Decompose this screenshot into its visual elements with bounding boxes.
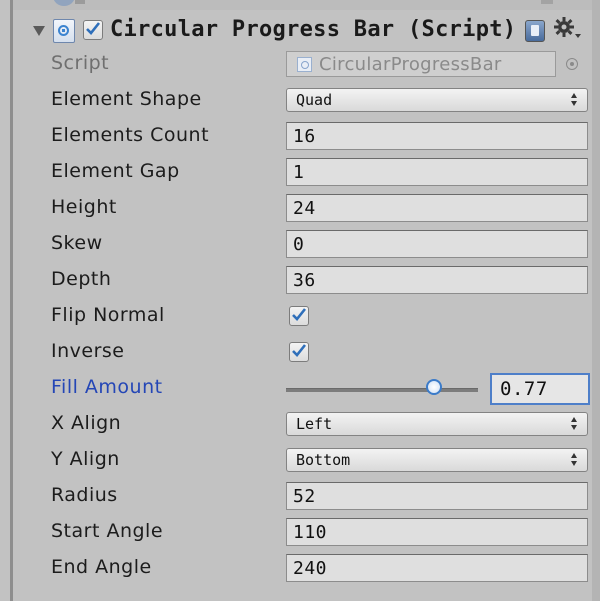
property-label: Fill Amount (51, 376, 163, 398)
end-angle-field[interactable]: 240 (286, 554, 588, 582)
checkmark-icon (292, 344, 307, 357)
property-label: Radius (51, 484, 118, 506)
depth-field[interactable]: 36 (286, 266, 588, 294)
property-height: Height 24 (0, 191, 592, 227)
property-label: Start Angle (51, 520, 164, 542)
x-align-dropdown[interactable]: Left (286, 412, 588, 436)
property-label: Elements Count (51, 124, 210, 146)
property-y-align: Y Align Bottom (0, 443, 592, 479)
dropdown-arrows-icon (571, 453, 577, 467)
property-flip-normal: Flip Normal (0, 299, 592, 335)
script-object-field[interactable]: CircularProgressBar (286, 51, 556, 77)
component-enabled-checkbox[interactable] (83, 20, 103, 40)
property-label: X Align (51, 412, 122, 434)
property-label: Depth (51, 268, 112, 290)
property-depth: Depth 36 (0, 263, 592, 299)
dropdown-arrows-icon (571, 93, 577, 107)
property-label: Script (51, 52, 110, 74)
property-x-align: X Align Left (0, 407, 592, 443)
component-title: Circular Progress Bar (Script) (110, 17, 517, 42)
previous-component-edge (13, 0, 592, 10)
property-skew: Skew 0 (0, 227, 592, 263)
property-start-angle: Start Angle 110 (0, 515, 592, 551)
property-label: Y Align (51, 448, 120, 470)
property-end-angle: End Angle 240 (0, 551, 592, 587)
height-field[interactable]: 24 (286, 194, 588, 222)
radius-field[interactable]: 52 (286, 482, 588, 510)
y-align-dropdown[interactable]: Bottom (286, 448, 588, 472)
checkmark-icon (292, 308, 307, 321)
inverse-checkbox[interactable] (289, 342, 309, 362)
property-label: Element Shape (51, 88, 202, 110)
help-book-icon[interactable] (525, 20, 545, 42)
elements-count-field[interactable]: 16 (286, 122, 588, 150)
property-label: End Angle (51, 556, 152, 578)
fill-amount-field[interactable]: 0.77 (490, 373, 590, 405)
script-file-icon (297, 57, 312, 72)
script-icon (53, 19, 75, 43)
checkmark-icon (86, 22, 101, 35)
inspector-scrollbar-gutter (592, 0, 600, 601)
property-element-shape: Element Shape Quad (0, 83, 592, 119)
flip-normal-checkbox[interactable] (289, 306, 309, 326)
property-label: Flip Normal (51, 304, 165, 326)
gear-icon[interactable] (553, 16, 583, 44)
start-angle-field[interactable]: 110 (286, 518, 588, 546)
property-elements-count: Elements Count 16 (0, 119, 592, 155)
property-label: Skew (51, 232, 103, 254)
object-picker-icon[interactable] (566, 58, 578, 70)
property-fill-amount: Fill Amount 0.77 (0, 371, 592, 407)
fill-amount-slider-thumb[interactable] (425, 379, 442, 395)
fill-amount-slider-track[interactable] (286, 388, 478, 392)
foldout-arrow-icon[interactable] (33, 26, 45, 36)
property-label: Element Gap (51, 160, 180, 182)
element-gap-field[interactable]: 1 (286, 158, 588, 186)
dropdown-arrows-icon (571, 417, 577, 431)
property-label: Inverse (51, 340, 125, 362)
property-inverse: Inverse (0, 335, 592, 371)
property-script: Script CircularProgressBar (0, 47, 592, 83)
property-radius: Radius 52 (0, 479, 592, 515)
component-header[interactable]: Circular Progress Bar (Script) (13, 14, 592, 50)
property-label: Height (51, 196, 117, 218)
skew-field[interactable]: 0 (286, 230, 588, 258)
element-shape-dropdown[interactable]: Quad (286, 88, 588, 112)
property-element-gap: Element Gap 1 (0, 155, 592, 191)
